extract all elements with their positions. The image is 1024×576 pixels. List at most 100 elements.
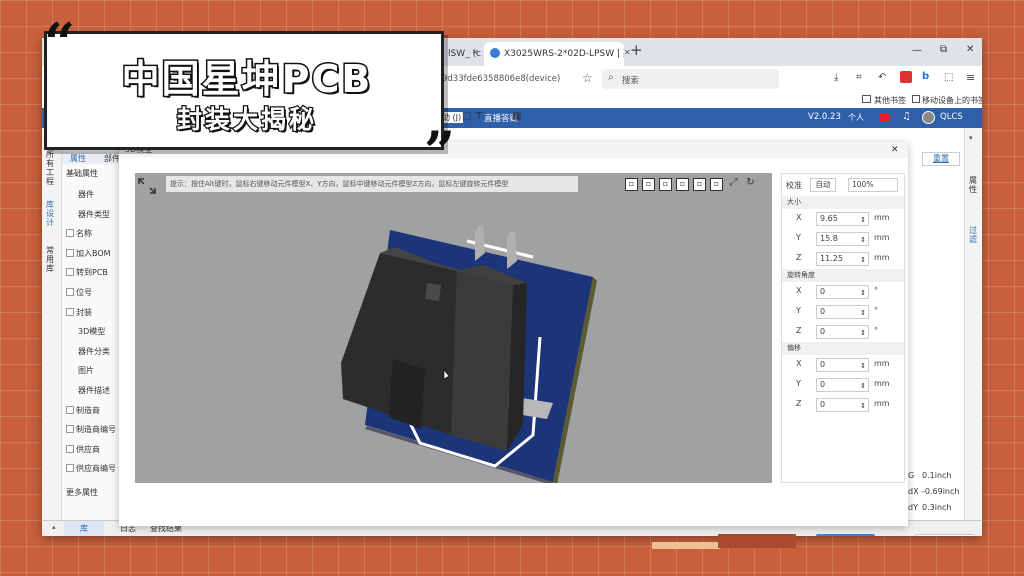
property-checkbox[interactable] xyxy=(66,229,74,238)
zoom-input[interactable]: 100% xyxy=(848,178,898,192)
property-label: 转到PCB xyxy=(76,268,108,278)
rotation-input[interactable]: 0 ⇕ xyxy=(816,285,869,299)
offset-input[interactable]: 0 ⇕ xyxy=(816,398,869,412)
property-checkbox[interactable] xyxy=(66,405,74,414)
reset-button[interactable]: 重置 xyxy=(922,152,960,166)
new-tab-button[interactable]: + xyxy=(630,41,643,59)
axis-label: X xyxy=(796,286,802,295)
rotation-row: X 0 ⇕ ° xyxy=(782,282,904,302)
star-icon[interactable]: ☆ xyxy=(582,71,593,85)
property-checkbox[interactable] xyxy=(66,444,74,453)
extension-icon[interactable] xyxy=(900,71,912,83)
coord-value: -0.69inch xyxy=(922,487,960,496)
axis-label: X xyxy=(796,359,802,368)
left-tab-common-library[interactable]: 常用库 xyxy=(46,246,56,273)
property-checkbox[interactable] xyxy=(66,268,74,277)
window-close-icon[interactable]: ✕ xyxy=(966,44,974,55)
restore-icon[interactable]: ⧉ xyxy=(940,44,947,55)
spinner-icon[interactable]: ⇕ xyxy=(860,327,866,339)
personal-menu[interactable]: 个人 xyxy=(848,112,864,123)
avatar[interactable] xyxy=(922,111,935,124)
offset-input[interactable]: 0 ⇕ xyxy=(816,378,869,392)
search-box[interactable]: ⌕ 搜索 xyxy=(602,69,779,89)
model-3d-viewport[interactable]: 提示：按住Alt键时，鼠标右键移动元件模型X、Y方向，鼠标中键移动元件模型Z方向… xyxy=(135,173,772,483)
extensions-icon[interactable]: ⬚ xyxy=(944,72,953,83)
property-checkbox[interactable] xyxy=(66,425,74,434)
crop-icon[interactable]: ⌗ xyxy=(856,72,862,83)
offset-section[interactable]: 偏移 xyxy=(782,342,904,355)
tab-properties[interactable]: 属性 xyxy=(70,153,86,164)
tab-close-icon[interactable]: ✕ xyxy=(472,48,479,57)
tab-parts[interactable]: 部件 xyxy=(104,153,120,164)
left-tab-library-design[interactable]: 库设计 xyxy=(46,200,56,227)
rotation-input[interactable]: 0 ⇕ xyxy=(816,305,869,319)
size-input[interactable]: 9.65 ⇕ xyxy=(816,212,869,226)
section-more-properties[interactable]: 更多属性 xyxy=(66,487,98,498)
spinner-icon[interactable]: ⇕ xyxy=(860,307,866,319)
bookmark-mobile[interactable]: 移动设备上的书签 xyxy=(922,95,982,106)
axis-label: Z xyxy=(796,326,802,335)
size-input[interactable]: 15.8 ⇕ xyxy=(816,232,869,246)
bing-icon[interactable]: b xyxy=(922,71,929,82)
size-input[interactable]: 11.25 ⇕ xyxy=(816,252,869,266)
spinner-icon[interactable]: ⇕ xyxy=(860,400,866,412)
spinner-icon[interactable]: ⇕ xyxy=(860,234,866,246)
status-tab-library[interactable]: 库 xyxy=(64,521,104,536)
unit-label: mm xyxy=(874,253,890,262)
spinner-icon[interactable]: ⇕ xyxy=(860,360,866,372)
right-tab-filter[interactable]: 过滤 xyxy=(969,226,979,244)
url-text[interactable]: 9d33fde6358806e8(device) xyxy=(442,74,560,84)
axis-label: Z xyxy=(796,399,802,408)
input-value: 0 xyxy=(820,307,826,316)
text-tool-icon[interactable]: T xyxy=(476,111,482,122)
auto-button[interactable]: 自动 xyxy=(810,178,836,192)
cancel-button[interactable]: 取消 xyxy=(916,534,975,536)
unit-label: mm xyxy=(874,213,890,222)
property-checkbox[interactable] xyxy=(66,248,74,257)
undo-icon[interactable]: ↶ xyxy=(878,72,886,83)
spinner-icon[interactable]: ⇕ xyxy=(860,254,866,266)
folder-icon xyxy=(912,95,920,103)
input-value: 0 xyxy=(820,327,826,336)
property-checkbox[interactable] xyxy=(66,307,74,316)
update-button[interactable]: 更新 xyxy=(816,534,875,536)
section-basic-properties[interactable]: 基础属性 xyxy=(66,168,98,179)
offset-row: Z 0 ⇕ mm xyxy=(782,395,904,415)
rotation-input[interactable]: 0 ⇕ xyxy=(816,325,869,339)
tab-title: X3025WRS-2*02D-LPSW | 嘉 xyxy=(504,49,624,59)
right-panel-strip: ▾ 属性 过滤 xyxy=(964,128,982,520)
spinner-icon[interactable]: ⇕ xyxy=(860,287,866,299)
tool-icon[interactable]: □ xyxy=(462,111,471,122)
user-name[interactable]: QLCS xyxy=(940,112,963,122)
spinner-icon[interactable]: ⇕ xyxy=(860,214,866,226)
property-checkbox[interactable] xyxy=(66,288,74,296)
banner-title: 中国星坤PCB xyxy=(120,56,373,103)
menu-icon[interactable]: ≡ xyxy=(966,71,975,84)
rotation-section[interactable]: 旋转角度 xyxy=(782,269,904,282)
property-label: 名称 xyxy=(76,229,92,239)
table-tool-icon[interactable]: ▦ xyxy=(512,111,521,122)
dialog-close-icon[interactable]: ✕ xyxy=(891,142,899,158)
browser-tab-active[interactable]: X3025WRS-2*02D-LPSW | 嘉 xyxy=(484,42,624,66)
download-icon[interactable]: ⤓ xyxy=(834,72,838,83)
size-section[interactable]: 大小 xyxy=(782,196,904,209)
property-checkbox[interactable] xyxy=(66,464,74,473)
collapse-icon[interactable]: ▾ xyxy=(969,134,973,142)
flag-icon[interactable] xyxy=(880,114,890,121)
expand-icon[interactable]: ▴ xyxy=(52,523,56,531)
right-tab-properties[interactable]: 属性 xyxy=(969,176,979,194)
coord-label: dX xyxy=(908,487,919,496)
input-value: 0 xyxy=(820,360,826,369)
offset-input[interactable]: 0 ⇕ xyxy=(816,358,869,372)
property-label: 供应商 xyxy=(76,444,100,454)
bookmark-other[interactable]: 其他书签 xyxy=(874,95,906,106)
align-row: 校准 自动 100% xyxy=(782,174,904,196)
size-row: Y 15.8 ⇕ mm xyxy=(782,229,904,249)
bell-icon[interactable]: ♫ xyxy=(902,111,911,122)
property-label: 加入BOM xyxy=(76,248,111,258)
spinner-icon[interactable]: ⇕ xyxy=(860,380,866,392)
left-tab-projects[interactable]: 所有工程 xyxy=(46,150,56,186)
minimize-icon[interactable]: — xyxy=(912,45,922,56)
offset-section-label: 偏移 xyxy=(787,344,801,352)
decor-bar xyxy=(652,542,720,549)
